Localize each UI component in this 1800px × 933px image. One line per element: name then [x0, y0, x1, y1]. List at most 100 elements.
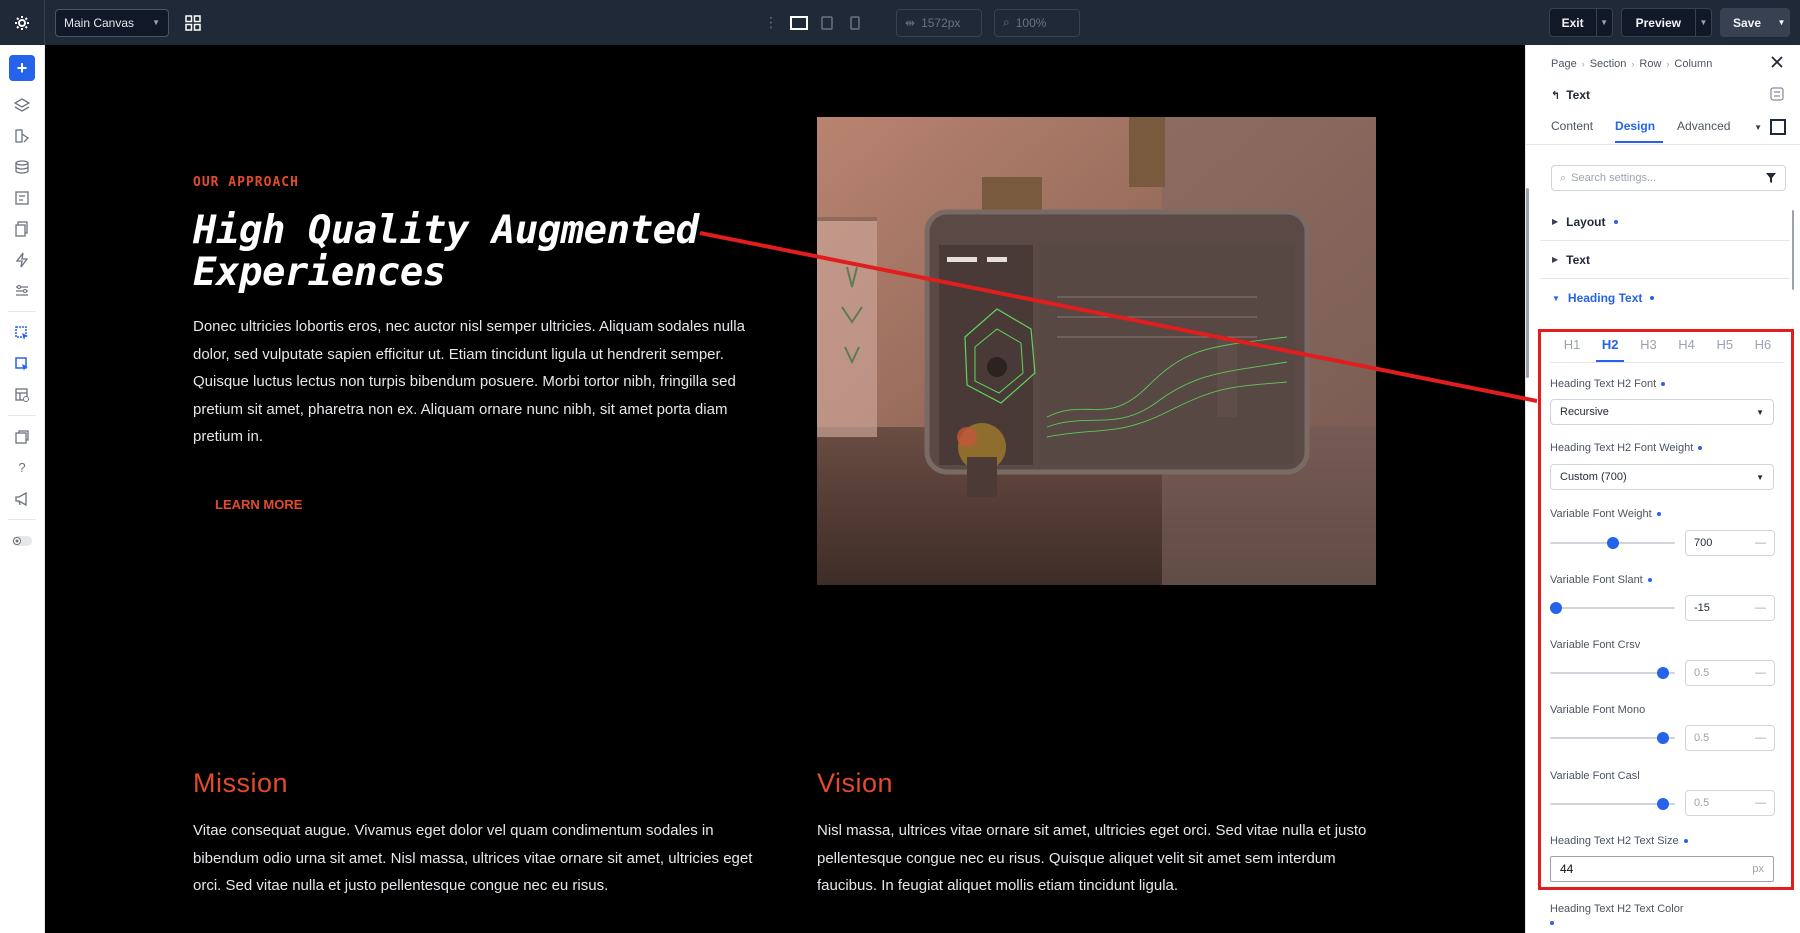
- slider-thumb[interactable]: [1657, 798, 1670, 810]
- font-select-value: Recursive: [1560, 406, 1609, 418]
- section-scrollbar[interactable]: [1792, 210, 1794, 290]
- var-mono-input[interactable]: 0.5 —: [1685, 725, 1775, 751]
- text-size-label-text: Heading Text H2 Text Size: [1550, 835, 1679, 847]
- rail-divider: [8, 519, 36, 520]
- rail-divider: [8, 415, 36, 416]
- var-weight-label-text: Variable Font Weight: [1550, 508, 1652, 520]
- unit-dash-icon: —: [1755, 667, 1766, 679]
- chevron-down-icon: ▼: [1756, 472, 1764, 482]
- theme-builder-icon[interactable]: [0, 120, 45, 151]
- ar-room-image[interactable]: [817, 117, 1376, 585]
- vision-text[interactable]: Nisl massa, ultrices vitae ornare sit am…: [817, 817, 1367, 900]
- panel-scrollbar[interactable]: [1526, 188, 1529, 378]
- var-slant-value: -15: [1694, 602, 1710, 614]
- desktop-view-icon[interactable]: [788, 12, 810, 34]
- learn-more-button[interactable]: LEARN MORE: [215, 497, 302, 512]
- text-size-unit: px: [1752, 863, 1764, 875]
- var-crsv-slider[interactable]: [1550, 667, 1675, 679]
- modified-dot-icon: [1550, 921, 1554, 925]
- tab-h6[interactable]: H6: [1749, 335, 1777, 362]
- font-field-label-text: Heading Text H2 Font: [1550, 378, 1657, 390]
- var-mono-value: 0.5: [1694, 732, 1710, 744]
- var-weight-input[interactable]: 700 —: [1685, 530, 1775, 556]
- vision-heading[interactable]: Vision: [817, 768, 893, 799]
- database-icon[interactable]: [0, 151, 45, 182]
- add-element-button[interactable]: +: [9, 55, 35, 81]
- zoom-value: 100%: [1015, 15, 1047, 30]
- modified-dot-icon: [1647, 578, 1652, 582]
- modified-dot-icon: [1656, 512, 1661, 516]
- weight-field-label-text: Heading Text H2 Font Weight: [1550, 442, 1694, 454]
- var-weight-value: 700: [1694, 537, 1713, 549]
- device-controls: ⋮ ⇹ 1572px ⌕ 100%: [760, 8, 1080, 37]
- unit-dash-icon: —: [1755, 732, 1766, 744]
- click-select-icon[interactable]: [0, 317, 45, 348]
- hover-select-icon[interactable]: [0, 348, 45, 379]
- lightning-icon[interactable]: [0, 244, 45, 275]
- font-weight-select[interactable]: Custom (700) ▼: [1550, 464, 1774, 490]
- var-casl-input[interactable]: 0.5 —: [1685, 790, 1775, 816]
- zoom-field[interactable]: ⌕ 100%: [994, 8, 1080, 37]
- var-casl-label: Variable Font Casl: [1550, 770, 1640, 782]
- mission-text[interactable]: Vitae consequat augue. Vivamus eget dolo…: [193, 817, 753, 900]
- pages-icon[interactable]: [0, 213, 45, 244]
- slider-thumb[interactable]: [1657, 667, 1670, 679]
- tab-h4[interactable]: H4: [1673, 335, 1701, 362]
- section-eyebrow[interactable]: OUR APPROACH: [193, 175, 299, 190]
- layout-settings-icon[interactable]: [0, 379, 45, 410]
- text-size-label: Heading Text H2 Text Size: [1550, 835, 1688, 847]
- font-select[interactable]: Recursive ▼: [1550, 399, 1774, 425]
- var-crsv-label-text: Variable Font Crsv: [1550, 639, 1641, 651]
- slider-track: [1550, 803, 1675, 805]
- text-size-input[interactable]: 44 px: [1550, 856, 1774, 882]
- var-weight-slider[interactable]: [1550, 537, 1675, 549]
- slider-track: [1550, 737, 1675, 739]
- var-crsv-input[interactable]: 0.5 —: [1685, 660, 1775, 686]
- settings-gear-icon[interactable]: [0, 0, 45, 45]
- var-casl-label-text: Variable Font Casl: [1550, 770, 1640, 782]
- help-icon[interactable]: ?: [0, 452, 45, 483]
- page-canvas: OUR APPROACH High Quality Augmented Expe…: [45, 45, 1525, 933]
- canvas-select-label: Main Canvas: [64, 15, 135, 30]
- windows-icon[interactable]: [0, 421, 45, 452]
- mission-heading[interactable]: Mission: [193, 768, 288, 799]
- dark-mode-toggle-icon[interactable]: [0, 525, 45, 556]
- slider-thumb[interactable]: [1657, 732, 1670, 744]
- unit-dash-icon: —: [1755, 797, 1766, 809]
- text-color-label: Heading Text H2 Text Color: [1550, 903, 1684, 915]
- slider-thumb[interactable]: [1550, 602, 1562, 614]
- font-weight-select-value: Custom (700): [1560, 471, 1627, 483]
- section-heading[interactable]: High Quality Augmented Experiences: [193, 210, 713, 294]
- var-casl-value: 0.5: [1694, 797, 1710, 809]
- slider-track: [1550, 672, 1675, 674]
- phone-view-icon[interactable]: [844, 12, 866, 34]
- tablet-view-icon[interactable]: [816, 12, 838, 34]
- heading-line-2: Experiences: [193, 250, 446, 295]
- var-casl-slider[interactable]: [1550, 798, 1675, 810]
- var-mono-label: Variable Font Mono: [1550, 704, 1645, 716]
- tab-h5[interactable]: H5: [1711, 335, 1739, 362]
- canvas-select[interactable]: Main Canvas ▼: [55, 8, 169, 37]
- font-field-label: Heading Text H2 Font: [1550, 378, 1666, 390]
- settings-sliders-icon[interactable]: [0, 275, 45, 306]
- canvas-width-value: 1572px: [921, 15, 961, 30]
- canvas-width-field[interactable]: ⇹ 1572px: [896, 8, 982, 37]
- tab-h3[interactable]: H3: [1634, 335, 1662, 362]
- grid-layout-icon[interactable]: [181, 11, 205, 35]
- var-slant-input[interactable]: -15 —: [1685, 595, 1775, 621]
- form-icon[interactable]: [0, 182, 45, 213]
- tab-h2[interactable]: H2: [1596, 335, 1625, 362]
- modified-dot-icon: [1698, 446, 1703, 450]
- var-mono-slider[interactable]: [1550, 732, 1675, 744]
- tab-h1[interactable]: H1: [1558, 335, 1586, 362]
- layers-icon[interactable]: [0, 89, 45, 120]
- var-slant-slider[interactable]: [1550, 602, 1675, 614]
- slider-thumb[interactable]: [1606, 537, 1619, 549]
- more-vertical-icon[interactable]: ⋮: [760, 12, 782, 34]
- megaphone-icon[interactable]: [0, 483, 45, 514]
- weight-field-label: Heading Text H2 Font Weight: [1550, 442, 1703, 454]
- section-paragraph[interactable]: Donec ultricies lobortis eros, nec aucto…: [193, 313, 753, 451]
- rail-divider: [8, 311, 36, 312]
- modified-dot-icon: [1683, 839, 1688, 843]
- slider-track: [1550, 607, 1675, 609]
